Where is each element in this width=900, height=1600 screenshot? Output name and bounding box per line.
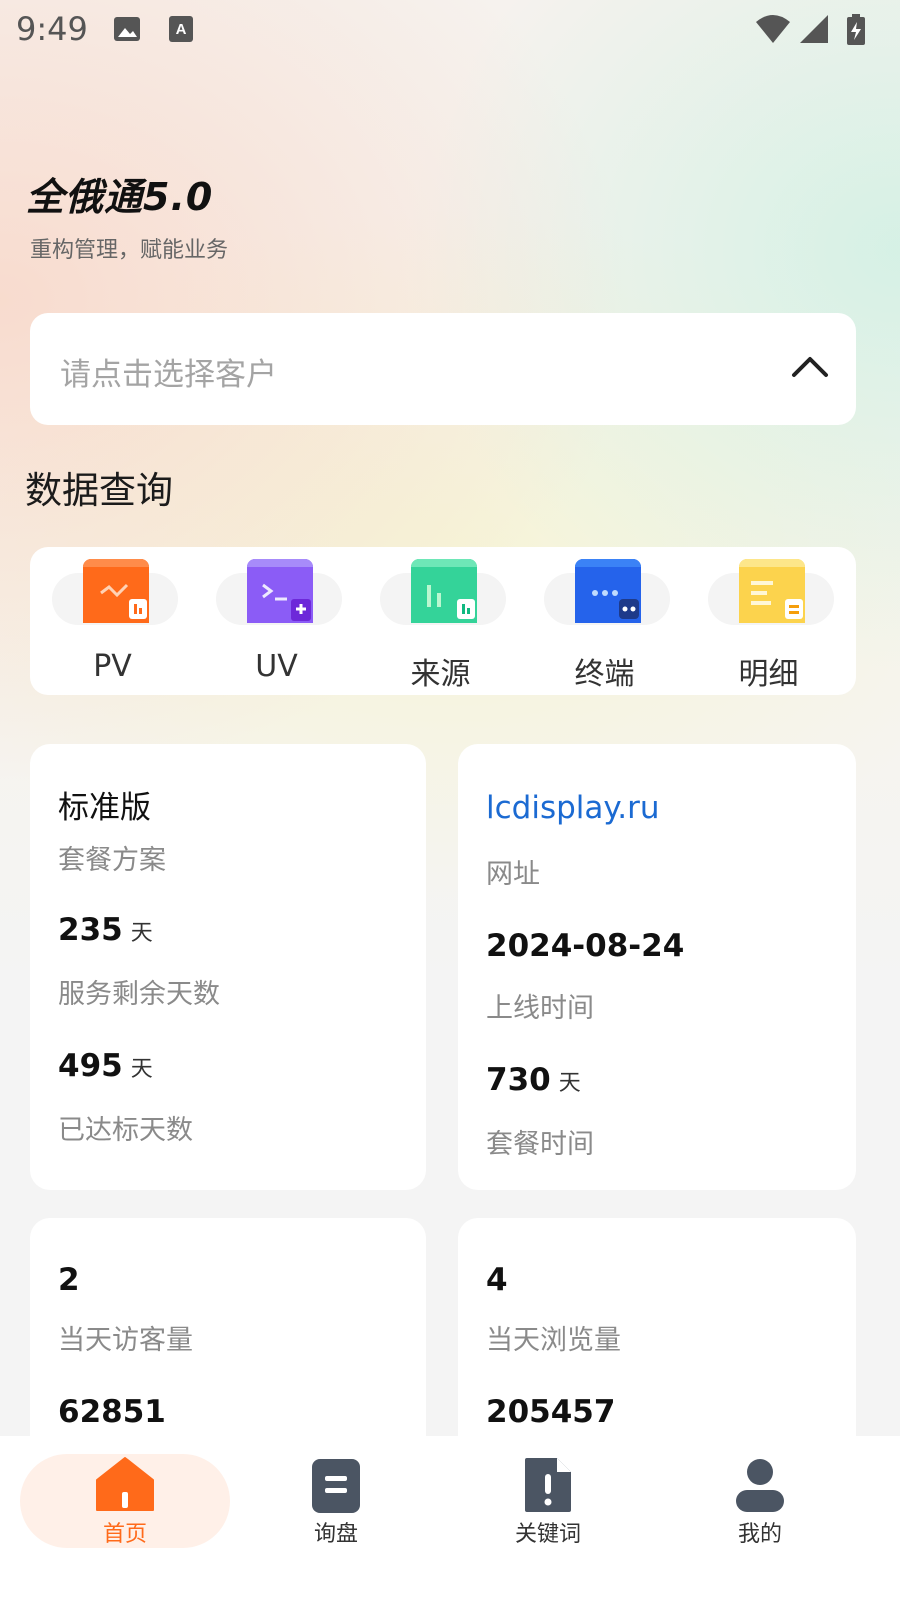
inquiry-icon xyxy=(312,1459,360,1513)
achieved-days: 495 天 xyxy=(58,1048,153,1084)
package-days-label: 套餐时间 xyxy=(486,1129,594,1160)
achieved-days-value: 495 xyxy=(58,1048,123,1084)
app-title: 全俄通5.0 xyxy=(26,175,214,219)
remaining-days-value: 235 xyxy=(58,912,123,948)
section-title: 数据查询 xyxy=(25,469,173,512)
user-icon xyxy=(736,1459,784,1512)
package-days-value: 730 xyxy=(486,1062,551,1098)
views-total: 205457 xyxy=(486,1394,616,1430)
visitors-today: 2 xyxy=(58,1262,80,1298)
package-days-unit: 天 xyxy=(558,1071,581,1096)
visitors-total: 62851 xyxy=(58,1394,166,1430)
nav-label: 首页 xyxy=(102,1522,147,1547)
remaining-days-label: 服务剩余天数 xyxy=(58,979,220,1010)
svg-text:A: A xyxy=(176,21,187,38)
query-label: 来源 xyxy=(410,657,471,692)
query-label: 明细 xyxy=(738,657,799,692)
terminal-chat-icon xyxy=(575,559,641,623)
detail-list-icon xyxy=(739,559,805,623)
signal-icon xyxy=(800,15,828,43)
keyword-icon xyxy=(525,1458,571,1512)
package-days: 730 天 xyxy=(486,1062,581,1098)
chevron-up-icon[interactable] xyxy=(790,351,830,381)
plan-name: 标准版 xyxy=(58,790,151,826)
achieved-days-label: 已达标天数 xyxy=(58,1115,193,1146)
status-bar: 9:49 A xyxy=(0,0,900,60)
data-query-card: PV UV 来源 终端 明细 xyxy=(30,547,856,695)
nav-label: 关键词 xyxy=(514,1522,581,1547)
bottom-nav: 首页 询盘 关键词 我的 xyxy=(0,1436,900,1600)
nav-label: 询盘 xyxy=(313,1522,358,1547)
remaining-days-unit: 天 xyxy=(130,921,153,946)
query-item-uv[interactable]: UV xyxy=(194,547,359,695)
uv-terminal-icon xyxy=(247,559,313,623)
nav-item-keyword[interactable]: 关键词 xyxy=(448,1436,648,1600)
site-card: lcdisplay.ru 网址 2024-08-24 上线时间 730 天 套餐时… xyxy=(458,744,856,1190)
nav-item-mine[interactable]: 我的 xyxy=(660,1436,860,1600)
query-item-terminal[interactable]: 终端 xyxy=(522,547,687,695)
pv-chart-icon xyxy=(83,559,149,623)
font-icon: A xyxy=(169,16,193,42)
wifi-icon xyxy=(756,15,790,43)
nav-item-inquiry[interactable]: 询盘 xyxy=(236,1436,436,1600)
query-label: PV xyxy=(93,649,132,684)
query-label: 终端 xyxy=(574,657,635,692)
views-today: 4 xyxy=(486,1262,508,1298)
app-subtitle: 重构管理，赋能业务 xyxy=(30,238,229,263)
remaining-days: 235 天 xyxy=(58,912,153,948)
query-item-source[interactable]: 来源 xyxy=(358,547,523,695)
views-today-label: 当天浏览量 xyxy=(486,1325,621,1356)
plan-label: 套餐方案 xyxy=(58,845,166,876)
visitors-today-label: 当天访客量 xyxy=(58,1325,193,1356)
image-icon xyxy=(114,17,140,41)
query-label: UV xyxy=(255,649,298,684)
source-bars-icon xyxy=(411,559,477,623)
site-url-label: 网址 xyxy=(486,859,540,890)
query-item-pv[interactable]: PV xyxy=(30,547,195,695)
customer-select[interactable]: 请点击选择客户 xyxy=(30,313,856,425)
customer-select-placeholder: 请点击选择客户 xyxy=(60,357,277,393)
nav-label: 我的 xyxy=(737,1522,782,1547)
online-date-label: 上线时间 xyxy=(486,993,594,1024)
plan-card: 标准版 套餐方案 235 天 服务剩余天数 495 天 已达标天数 xyxy=(30,744,426,1190)
site-url-link[interactable]: lcdisplay.ru xyxy=(486,790,660,826)
home-icon xyxy=(96,1457,154,1511)
battery-icon xyxy=(847,14,865,45)
online-date: 2024-08-24 xyxy=(486,928,685,964)
nav-item-home[interactable]: 首页 xyxy=(25,1436,225,1600)
achieved-days-unit: 天 xyxy=(130,1057,153,1082)
status-time: 9:49 xyxy=(16,10,88,48)
query-item-detail[interactable]: 明细 xyxy=(686,547,851,695)
